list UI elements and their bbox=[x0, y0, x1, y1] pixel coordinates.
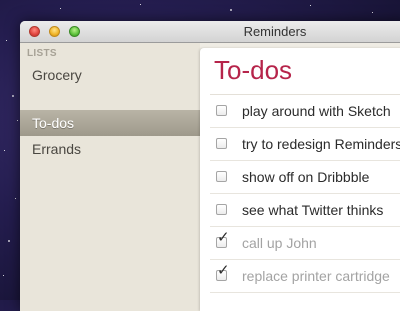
reminders-window: Reminders LISTS Grocery To-dos Errands T… bbox=[20, 21, 400, 311]
task-label[interactable]: see what Twitter thinks bbox=[242, 202, 383, 218]
task-checkbox[interactable] bbox=[216, 204, 227, 215]
list-title: To-dos bbox=[214, 55, 293, 85]
task-checkbox[interactable] bbox=[216, 105, 227, 116]
task-checkbox[interactable] bbox=[216, 138, 227, 149]
task-row: show off on Dribbble bbox=[200, 161, 400, 194]
sidebar: LISTS Grocery To-dos Errands bbox=[20, 43, 200, 311]
checkmark-icon: ✓ bbox=[217, 229, 230, 246]
title-bar[interactable]: Reminders bbox=[20, 21, 400, 43]
sidebar-item-grocery[interactable]: Grocery bbox=[20, 62, 200, 88]
task-row: see what Twitter thinks bbox=[200, 194, 400, 227]
sidebar-item-to-dos[interactable]: To-dos bbox=[20, 110, 200, 136]
task-label[interactable]: call up John bbox=[242, 235, 317, 251]
task-label[interactable]: replace printer cartridge bbox=[242, 268, 390, 284]
task-label[interactable]: try to redesign Reminders bbox=[242, 136, 400, 152]
task-row: ✓ replace printer cartridge bbox=[200, 260, 400, 293]
window-title: Reminders bbox=[243, 24, 307, 39]
list-content-pane: To-dos play around with Sketch try to re… bbox=[200, 48, 400, 311]
sidebar-item-errands[interactable]: Errands bbox=[20, 136, 200, 162]
task-row: ✓ call up John bbox=[200, 227, 400, 260]
checkmark-icon: ✓ bbox=[217, 262, 230, 279]
task-row: play around with Sketch bbox=[200, 95, 400, 128]
sidebar-heading: LISTS bbox=[27, 48, 57, 59]
task-label[interactable]: play around with Sketch bbox=[242, 103, 391, 119]
row-divider bbox=[210, 292, 400, 293]
task-label[interactable]: show off on Dribbble bbox=[242, 169, 369, 185]
task-checkbox[interactable] bbox=[216, 171, 227, 182]
task-row: try to redesign Reminders bbox=[200, 128, 400, 161]
